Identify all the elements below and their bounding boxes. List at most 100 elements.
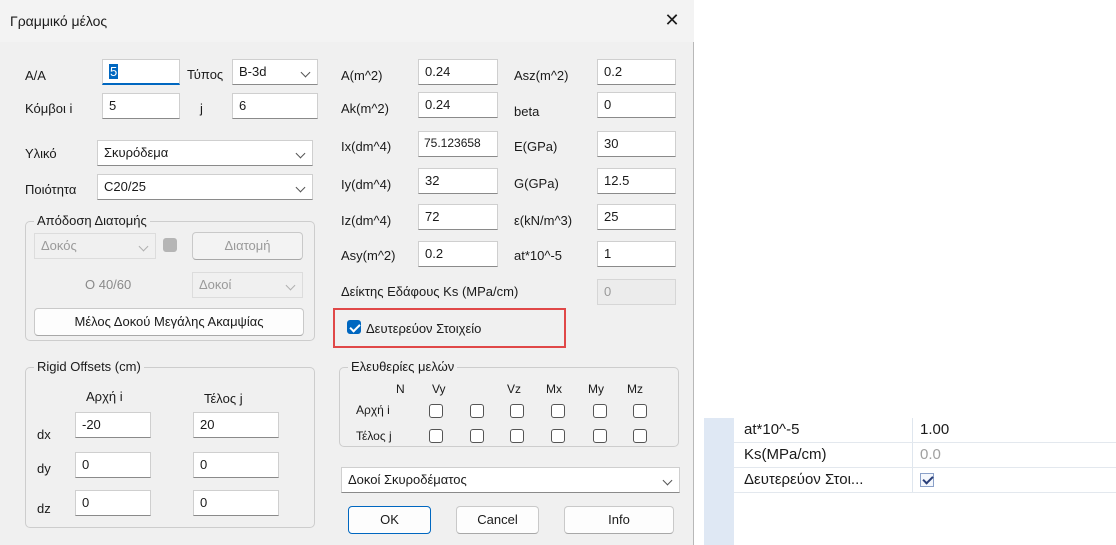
node-j-input[interactable]: 6	[232, 93, 318, 119]
prop-g-label: G(GPa)	[514, 176, 559, 191]
prop-asz-input[interactable]: 0.2	[597, 59, 676, 85]
prop-asy-label: Asy(m^2)	[341, 248, 396, 263]
prop-e-input[interactable]: 30	[597, 131, 676, 157]
soil-label: Δείκτης Εδάφους Ks (MPa/cm)	[341, 284, 519, 299]
dx-end-input[interactable]: 20	[193, 412, 279, 438]
dz-start-input[interactable]: 0	[75, 490, 151, 516]
dx-start-input[interactable]: -20	[75, 412, 151, 438]
dy-end-input[interactable]: 0	[193, 452, 279, 478]
nodes-label: Κόμβοι i	[25, 101, 73, 116]
section-group-legend: Απόδοση Διατομής	[34, 213, 150, 228]
rigid-end-header: Τέλος j	[204, 391, 243, 406]
node-i-input[interactable]: 5	[102, 93, 180, 119]
release-col-my: My	[588, 382, 604, 396]
type-select[interactable]: B-3d	[232, 59, 318, 85]
prop-ak-label: Ak(m^2)	[341, 101, 389, 116]
secondary-checkbox[interactable]	[347, 320, 361, 334]
prop-eps-input[interactable]: 25	[597, 204, 676, 230]
prop-a-label: A(m^2)	[341, 68, 383, 83]
dz-end-input[interactable]: 0	[193, 490, 279, 516]
chevron-down-icon	[285, 280, 296, 291]
release-start-n[interactable]	[429, 404, 443, 418]
release-end-vy[interactable]	[470, 429, 484, 443]
member-type-select[interactable]: Δοκός	[34, 233, 156, 259]
property-name: Δευτερεύον Στοι...	[744, 471, 864, 488]
property-row[interactable]: Ks(MPa/cm) 0.0	[704, 443, 1116, 468]
property-row[interactable]: Δευτερεύον Στοι...	[704, 468, 1116, 493]
release-start-my[interactable]	[593, 404, 607, 418]
row-gutter	[704, 418, 734, 443]
prop-ak-input[interactable]: 0.24	[418, 92, 498, 118]
deep-beam-button[interactable]: Μέλος Δοκού Μεγάλης Ακαμψίας	[34, 308, 304, 336]
section-value: O 40/60	[85, 277, 132, 292]
prop-asy-input[interactable]: 0.2	[418, 241, 498, 267]
release-col-vz: Vz	[507, 382, 522, 396]
release-end-my[interactable]	[593, 429, 607, 443]
chevron-down-icon	[662, 475, 673, 486]
material-select-value: Σκυρόδεμα	[104, 145, 169, 160]
prop-e-label: E(GPa)	[514, 139, 558, 154]
row-gutter	[704, 443, 734, 468]
beams-select-value: Δοκοί	[199, 277, 232, 292]
chevron-down-icon	[300, 67, 311, 78]
prop-beta-input[interactable]: 0	[597, 92, 676, 118]
rigid-offsets-legend: Rigid Offsets (cm)	[34, 359, 144, 374]
aa-input[interactable]: 5	[102, 59, 180, 85]
prop-g-input[interactable]: 12.5	[597, 168, 676, 194]
material-select[interactable]: Σκυρόδεμα	[97, 140, 313, 166]
property-row[interactable]: at*10^-5 1.00	[704, 418, 1116, 443]
prop-iz-input[interactable]: 72	[418, 204, 498, 230]
release-start-mx[interactable]	[551, 404, 565, 418]
close-icon[interactable]: ✕	[662, 10, 682, 31]
row-gutter	[704, 493, 734, 545]
release-start-vy[interactable]	[470, 404, 484, 418]
column-divider	[912, 468, 913, 493]
prop-a-input[interactable]: 0.24	[418, 59, 498, 85]
property-name: Ks(MPa/cm)	[744, 446, 827, 463]
ok-button[interactable]: OK	[348, 506, 431, 534]
property-panel: at*10^-5 1.00 Ks(MPa/cm) 0.0 Δευτερεύον …	[704, 418, 1116, 545]
prop-iy-label: Iy(dm^4)	[341, 177, 392, 192]
section-checkbox[interactable]	[163, 238, 177, 252]
release-start-vz[interactable]	[510, 404, 524, 418]
property-row-empty	[704, 493, 1116, 545]
category-select[interactable]: Δοκοί Σκυροδέματος	[341, 467, 680, 493]
beams-select[interactable]: Δοκοί	[192, 272, 303, 298]
prop-eps-label: ε(kN/m^3)	[514, 213, 573, 228]
release-end-vz[interactable]	[510, 429, 524, 443]
prop-ix-input[interactable]: 75.123658	[418, 131, 498, 157]
chevron-down-icon	[295, 182, 306, 193]
prop-beta-label: beta	[514, 104, 540, 119]
release-end-mx[interactable]	[551, 429, 565, 443]
dz-label: dz	[37, 501, 51, 516]
aa-label: Α/Α	[25, 68, 46, 83]
secondary-label[interactable]: Δευτερεύον Στοιχείο	[366, 321, 481, 336]
prop-at-input[interactable]: 1	[597, 241, 676, 267]
release-end-n[interactable]	[429, 429, 443, 443]
release-end-mz[interactable]	[633, 429, 647, 443]
section-button[interactable]: Διατομή	[192, 232, 303, 260]
prop-at-label: at*10^-5	[514, 248, 563, 263]
secondary-property-checkbox[interactable]	[920, 473, 934, 487]
release-start-mz[interactable]	[633, 404, 647, 418]
row-gutter	[704, 468, 734, 493]
prop-iy-input[interactable]: 32	[418, 168, 498, 194]
dialog-title: Γραμμικό μέλος	[10, 13, 108, 29]
release-col-vy: Vy	[432, 382, 446, 396]
quality-select[interactable]: C20/25	[97, 174, 313, 200]
soil-input[interactable]: 0	[597, 279, 676, 305]
element-dialog: Γραμμικό μέλος ✕ Α/Α 5 Τύπος B-3d Κόμβοι…	[0, 0, 694, 545]
member-type-value: Δοκός	[41, 238, 77, 253]
info-button[interactable]: Info	[564, 506, 674, 534]
type-label: Τύπος	[187, 67, 224, 82]
category-select-value: Δοκοί Σκυροδέματος	[348, 472, 467, 487]
type-select-value: B-3d	[239, 64, 267, 79]
title-bar: Γραμμικό μέλος ✕	[0, 0, 694, 42]
dy-start-input[interactable]: 0	[75, 452, 151, 478]
cancel-button[interactable]: Cancel	[456, 506, 539, 534]
prop-iz-label: Iz(dm^4)	[341, 213, 392, 228]
release-col-mz: Mz	[627, 382, 643, 396]
property-value[interactable]: 0.0	[920, 446, 941, 463]
property-value[interactable]: 1.00	[920, 421, 949, 438]
quality-label: Ποιότητα	[25, 182, 77, 197]
